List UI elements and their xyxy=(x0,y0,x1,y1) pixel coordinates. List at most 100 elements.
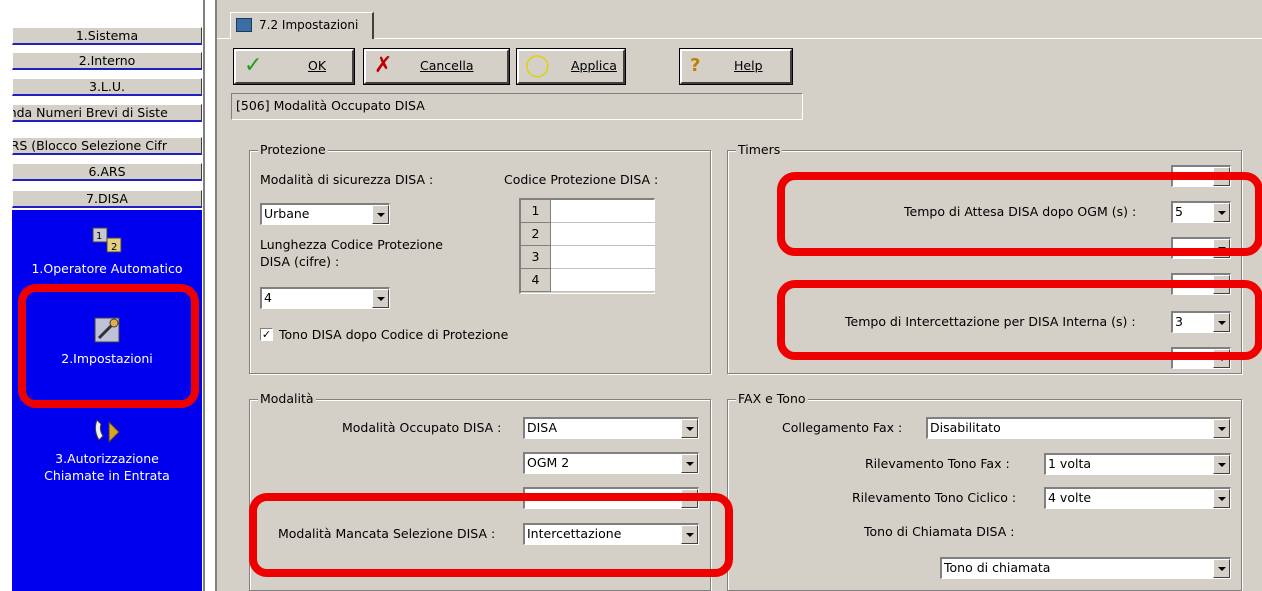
submenu-operatore-automatico[interactable]: 1 2 1.Operatore Automatico xyxy=(12,224,202,277)
cyclic-tone-label: Rilevamento Tono Ciclico : xyxy=(852,490,1017,505)
tone-checkbox-label: Tono DISA dopo Codice di Protezione xyxy=(279,327,509,342)
wait-time-value: 5 xyxy=(1175,204,1183,219)
intercept-time-value: 3 xyxy=(1175,314,1183,329)
busy-mode-label: Modalità Occupato DISA : xyxy=(342,420,502,435)
timers-title: Timers xyxy=(736,142,783,158)
svg-text:1: 1 xyxy=(96,231,102,242)
cyclic-tone-value: 4 volte xyxy=(1048,490,1092,505)
fax-tono-title: FAX e Tono xyxy=(736,391,808,407)
code-row[interactable]: 4 xyxy=(521,269,655,292)
cross-icon: ✗ xyxy=(374,53,393,78)
ring-tone-select[interactable]: Tono di chiamata xyxy=(940,557,1231,579)
incoming-call-icon xyxy=(94,419,120,444)
timer-4-select[interactable] xyxy=(1171,273,1231,295)
nav-item-lu[interactable]: 3.L.U. xyxy=(12,78,202,96)
modalita-group: Modalità Modalità Occupato DISA : DISA O… xyxy=(249,391,711,591)
cancel-button[interactable]: ✗ Cancella xyxy=(363,48,510,85)
timer-6-select[interactable] xyxy=(1171,347,1231,369)
checkmark-icon: ✓ xyxy=(244,53,263,78)
fax-link-label: Collegamento Fax : xyxy=(782,420,903,435)
chevron-down-icon[interactable] xyxy=(1213,349,1230,368)
code-row[interactable]: 1 xyxy=(521,200,655,223)
help-label: Help xyxy=(734,58,763,73)
chevron-down-icon[interactable] xyxy=(1213,239,1230,258)
chevron-down-icon[interactable] xyxy=(681,419,698,438)
wait-time-label: Tempo di Attesa DISA dopo OGM (s) : xyxy=(904,204,1137,219)
protection-code-table: 1 2 3 4 xyxy=(519,198,655,294)
submenu-operatore-label: 1.Operatore Automatico xyxy=(31,261,183,276)
ring-tone-value: Tono di chiamata xyxy=(944,560,1051,575)
nav-item-disa[interactable]: 7.DISA xyxy=(12,190,202,208)
settings-icon xyxy=(94,317,120,343)
code-row-value[interactable] xyxy=(551,269,655,292)
apply-circle-icon: ◯ xyxy=(525,53,550,78)
code-length-select[interactable]: 4 xyxy=(260,287,390,309)
chevron-down-icon[interactable] xyxy=(1213,313,1230,332)
fax-tone-select[interactable]: 1 volta xyxy=(1044,453,1231,475)
protection-code-label: Codice Protezione DISA : xyxy=(504,172,659,187)
description-field: [506] Modalità Occupato DISA xyxy=(231,93,803,120)
chevron-down-icon[interactable] xyxy=(681,454,698,473)
nav-item-speed-dial[interactable]: enda Numeri Brevi di Siste xyxy=(12,104,202,122)
fax-tono-group: FAX e Tono Collegamento Fax : Disabilita… xyxy=(727,391,1242,591)
security-mode-label: Modalità di sicurezza DISA : xyxy=(260,172,434,187)
tab-impostazioni[interactable]: 7.2 Impostazioni xyxy=(230,12,374,39)
chevron-down-icon[interactable] xyxy=(1213,489,1230,508)
fax-tone-value: 1 volta xyxy=(1048,456,1092,471)
no-dial-mode-select[interactable]: Intercettazione xyxy=(523,523,699,545)
chevron-down-icon[interactable] xyxy=(372,289,389,308)
hidden-mode-select[interactable] xyxy=(523,487,699,509)
code-row-value[interactable] xyxy=(551,200,655,223)
ok-button[interactable]: ✓ OK xyxy=(233,48,355,85)
chevron-down-icon[interactable] xyxy=(372,205,389,224)
protezione-title: Protezione xyxy=(258,142,328,158)
code-row-value[interactable] xyxy=(551,223,655,246)
disa-submenu-panel: 1 2 1.Operatore Automatico 2.Impostazion… xyxy=(12,210,202,591)
code-row[interactable]: 2 xyxy=(521,223,655,246)
submenu-impostazioni[interactable]: 2.Impostazioni xyxy=(12,314,202,367)
ogm-select[interactable]: OGM 2 xyxy=(523,452,699,474)
submenu-impostazioni-label: 2.Impostazioni xyxy=(61,351,153,366)
left-navigation: 1.Sistema 2.Interno 3.L.U. enda Numeri B… xyxy=(0,0,205,591)
chevron-down-icon[interactable] xyxy=(681,489,698,508)
tone-checkbox[interactable]: ✓ xyxy=(260,328,273,341)
busy-mode-select[interactable]: DISA xyxy=(523,417,699,439)
nav-item-sistema[interactable]: 1.Sistema xyxy=(12,27,202,45)
modalita-title: Modalità xyxy=(258,391,316,407)
cyclic-tone-select[interactable]: 4 volte xyxy=(1044,487,1231,509)
ok-label: OK xyxy=(308,58,327,73)
chevron-down-icon[interactable] xyxy=(1213,203,1230,222)
code-row-number: 1 xyxy=(521,200,551,223)
intercept-time-select[interactable]: 3 xyxy=(1171,311,1231,333)
main-panel: 7.2 Impostazioni ✓ OK ✗ Cancella ◯ Appli… xyxy=(215,0,1262,591)
chevron-down-icon[interactable] xyxy=(681,525,698,544)
timer-1-select[interactable] xyxy=(1171,165,1231,187)
chevron-down-icon[interactable] xyxy=(1213,419,1230,438)
security-mode-select[interactable]: Urbane xyxy=(260,203,390,225)
fax-tone-label: Rilevamento Tono Fax : xyxy=(865,456,1010,471)
apply-button[interactable]: ◯ Applica xyxy=(516,48,626,85)
ogm-value: OGM 2 xyxy=(527,455,570,470)
submenu-autorizzazione-label-1: 3.Autorizzazione xyxy=(55,451,159,466)
nav-item-interno[interactable]: 2.Interno xyxy=(12,52,202,70)
fax-link-value: Disabilitato xyxy=(930,420,1001,435)
fax-link-select[interactable]: Disabilitato xyxy=(926,417,1231,439)
nav-item-ars[interactable]: 6.ARS xyxy=(12,163,202,181)
no-dial-mode-label: Modalità Mancata Selezione DISA : xyxy=(278,526,496,541)
timer-3-select[interactable] xyxy=(1171,237,1231,259)
nav-item-trs[interactable]: TRS (Blocco Selezione Cifr xyxy=(12,137,202,155)
submenu-autorizzazione-label-2: Chiamate in Entrata xyxy=(44,468,170,483)
code-row-value[interactable] xyxy=(551,246,655,269)
chevron-down-icon[interactable] xyxy=(1213,167,1230,186)
submenu-autorizzazione[interactable]: 3.Autorizzazione Chiamate in Entrata xyxy=(12,414,202,484)
svg-text:2: 2 xyxy=(111,242,117,253)
busy-mode-value: DISA xyxy=(527,420,558,435)
code-row-number: 2 xyxy=(521,223,551,246)
wait-time-select[interactable]: 5 xyxy=(1171,201,1231,223)
chevron-down-icon[interactable] xyxy=(1213,275,1230,294)
chevron-down-icon[interactable] xyxy=(1213,559,1230,578)
help-icon: ? xyxy=(690,55,701,76)
code-row[interactable]: 3 xyxy=(521,246,655,269)
help-button[interactable]: ? Help xyxy=(679,48,793,85)
chevron-down-icon[interactable] xyxy=(1213,455,1230,474)
